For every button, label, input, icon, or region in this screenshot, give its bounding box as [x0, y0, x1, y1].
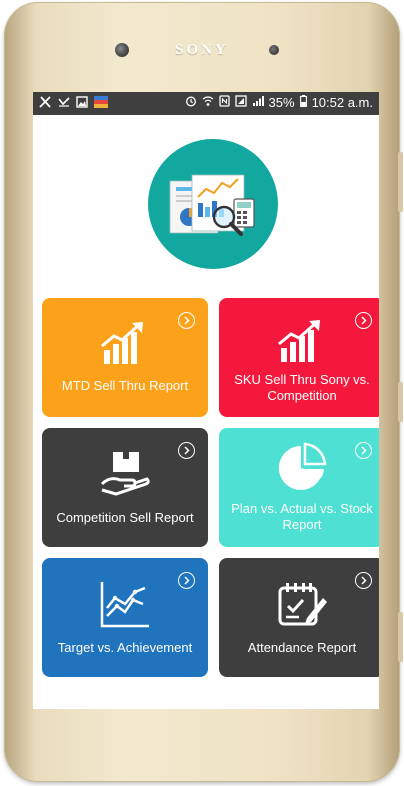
box-in-hand-icon: [100, 450, 152, 503]
calendar-edit-icon: [277, 582, 329, 633]
system-icons: 35% 10:52 a.m.: [185, 95, 373, 110]
tile-sku-sell-thru-sony-vs-competition[interactable]: SKU Sell Thru Sony vs. Competition: [219, 298, 379, 417]
chevron-right-icon: [178, 312, 195, 329]
growth-chart-icon: [277, 318, 329, 369]
tile-label: SKU Sell Thru Sony vs. Competition: [234, 372, 370, 403]
app-logo: [148, 139, 278, 269]
sim-icon: [234, 95, 247, 110]
app-thumbnail-icon: [94, 96, 108, 111]
phone-frame: SONY 35% 10:52 a.m. MTD Sell Thru Report…: [4, 2, 403, 782]
battery-percent: 35%: [268, 95, 295, 110]
nfc-icon: [218, 95, 230, 110]
reports-analytics-icon: [169, 174, 255, 236]
wifi-icon: [202, 95, 214, 110]
power-button: [398, 382, 403, 422]
tile-label: MTD Sell Thru Report: [61, 378, 189, 393]
battery-icon: [299, 95, 307, 110]
pie-chart-icon: [277, 442, 327, 497]
notification-icons: [39, 96, 108, 111]
chevron-right-icon: [355, 312, 372, 329]
device-brand: SONY: [175, 42, 229, 58]
tile-competition-sell-report[interactable]: Competition Sell Report: [42, 428, 208, 547]
tile-label: Competition Sell Report: [56, 510, 194, 525]
missed-call-icon: [58, 96, 70, 111]
gallery-icon: [76, 96, 88, 111]
tile-label: Attendance Report: [247, 640, 357, 655]
chevron-right-icon: [178, 572, 195, 589]
tile-mtd-sell-thru-report[interactable]: MTD Sell Thru Report: [42, 298, 208, 417]
tile-target-vs-achievement[interactable]: Target vs. Achievement: [42, 558, 208, 677]
status-bar: 35% 10:52 a.m.: [33, 92, 379, 115]
tile-plan-vs-actual-vs-stock-report[interactable]: Plan vs. Actual vs. Stock Report: [219, 428, 379, 547]
tools-icon: [39, 96, 52, 111]
chevron-right-icon: [178, 442, 195, 459]
tile-label: Target vs. Achievement: [57, 640, 193, 655]
tile-label: Plan vs. Actual vs. Stock Report: [231, 501, 373, 532]
growth-chart-icon: [100, 320, 152, 371]
alarm-icon: [185, 95, 197, 110]
line-chart-icon: [99, 580, 151, 635]
clock: 10:52 a.m.: [311, 95, 373, 110]
volume-button: [398, 152, 403, 212]
chevron-right-icon: [355, 442, 372, 459]
camera-button: [398, 612, 403, 662]
chevron-right-icon: [355, 572, 372, 589]
signal-icon: [252, 95, 264, 110]
tile-attendance-report[interactable]: Attendance Report: [219, 558, 379, 677]
screen: 35% 10:52 a.m. MTD Sell Thru Report SKU …: [33, 92, 379, 709]
